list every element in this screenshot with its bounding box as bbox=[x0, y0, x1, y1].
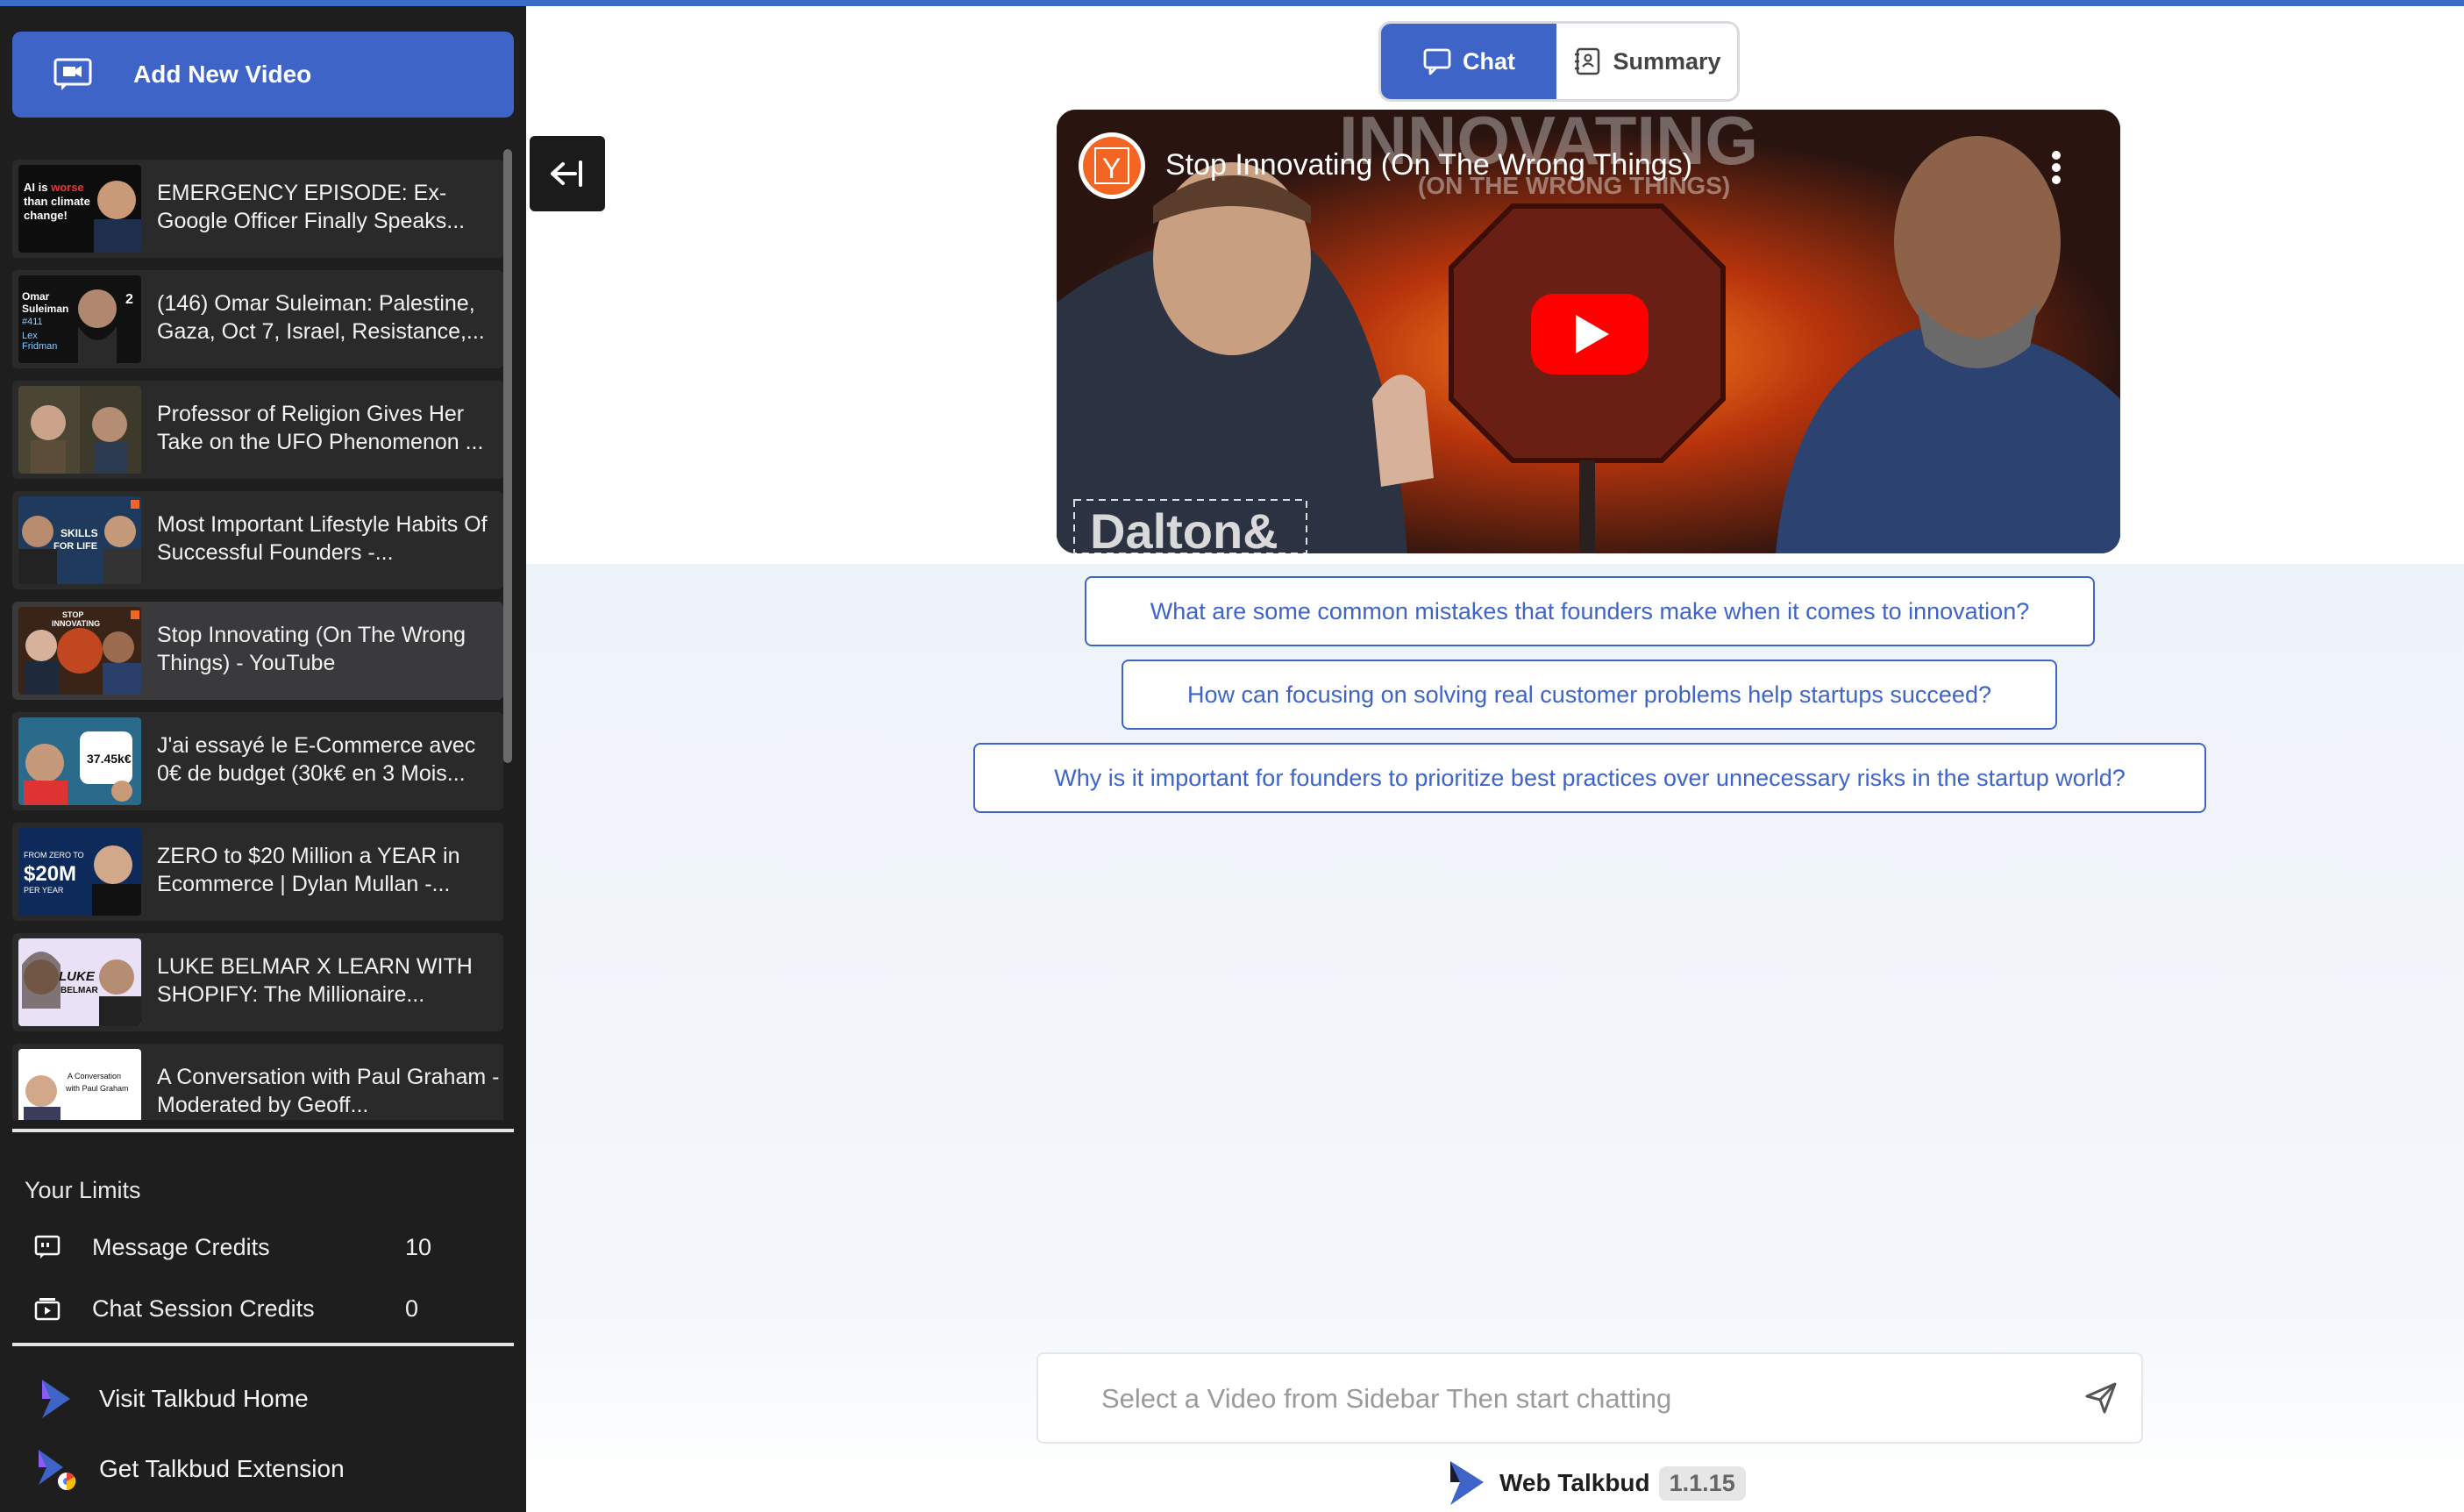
video-frame: INNOVATING (ON THE WRONG THINGS) Dalton&… bbox=[1057, 110, 2120, 553]
svg-text:2: 2 bbox=[125, 292, 133, 307]
video-thumbnail: 37.45k€ bbox=[18, 717, 141, 805]
collapse-sidebar-button[interactable] bbox=[530, 136, 605, 211]
chat-session-credits-label: Chat Session Credits bbox=[92, 1294, 315, 1322]
add-new-video-label: Add New Video bbox=[133, 61, 312, 88]
svg-text:37.45k€: 37.45k€ bbox=[87, 752, 132, 766]
video-title: (146) Omar Suleiman: Palestine, Gaza, Oc… bbox=[157, 291, 485, 344]
svg-text:STOP: STOP bbox=[62, 610, 83, 619]
suggested-question-button[interactable]: Why is it important for founders to prio… bbox=[973, 743, 2206, 813]
brand-name: Web Talkbud bbox=[1499, 1469, 1650, 1496]
visit-talkbud-home-label: Visit Talkbud Home bbox=[99, 1385, 309, 1412]
divider bbox=[12, 1129, 514, 1132]
message-icon bbox=[34, 1235, 61, 1259]
message-credits-value: 10 bbox=[405, 1233, 432, 1260]
video-thumbnail: SKILLS FOR LIFE bbox=[18, 496, 141, 584]
get-talkbud-extension-label: Get Talkbud Extension bbox=[99, 1455, 345, 1482]
video-title: A Conversation with Paul Graham - Modera… bbox=[157, 1065, 500, 1117]
collapse-arrow-icon bbox=[551, 160, 582, 187]
video-list-item[interactable]: SKILLS FOR LIFE Most Important Lifestyle… bbox=[12, 491, 503, 589]
svg-text:SKILLS: SKILLS bbox=[61, 527, 98, 539]
add-new-video-button[interactable]: Add New Video bbox=[12, 32, 514, 118]
sidebar: Add New Video AI is worse than climate c… bbox=[0, 6, 526, 1512]
video-session-icon bbox=[34, 1298, 61, 1321]
youtube-video-player[interactable]: INNOVATING (ON THE WRONG THINGS) Dalton&… bbox=[1057, 110, 2120, 553]
tab-summary-label: Summary bbox=[1613, 47, 1721, 75]
tab-summary[interactable]: Summary bbox=[1556, 24, 1737, 99]
video-title: J'ai essayé le E-Commerce avec 0€ de bud… bbox=[157, 733, 476, 786]
video-thumbnail: AI is worse than climate change! bbox=[18, 165, 141, 253]
video-title: LUKE BELMAR X LEARN WITH SHOPIFY: The Mi… bbox=[157, 954, 473, 1007]
scrollbar-thumb[interactable] bbox=[503, 149, 512, 763]
video-thumbnail bbox=[18, 386, 141, 474]
chat-session-credits-value: 0 bbox=[405, 1294, 419, 1322]
video-list: AI is worse than climate change! EMERGEN… bbox=[12, 160, 503, 1120]
dalton-watermark: Dalton& bbox=[1090, 503, 1278, 553]
chat-message-input[interactable] bbox=[1100, 1376, 2050, 1422]
svg-text:LUKE: LUKE bbox=[59, 969, 96, 984]
view-toggle: Chat Summary bbox=[1378, 21, 1740, 102]
svg-text:change!: change! bbox=[24, 209, 68, 222]
svg-text:$20M: $20M bbox=[24, 862, 76, 886]
limits-title: Your Limits bbox=[25, 1177, 141, 1203]
youtube-play-icon bbox=[1531, 294, 1649, 374]
talkbud-logo-icon bbox=[1450, 1461, 1484, 1505]
svg-text:INNOVATING: INNOVATING bbox=[52, 619, 100, 628]
video-thumbnail: A Conversation with Paul Graham bbox=[18, 1049, 141, 1120]
svg-text:A Conversation: A Conversation bbox=[68, 1072, 121, 1081]
divider bbox=[12, 1343, 514, 1346]
chat-input-box bbox=[1036, 1352, 2143, 1444]
svg-text:with Paul Graham: with Paul Graham bbox=[65, 1084, 129, 1093]
top-accent-bar bbox=[0, 0, 2464, 6]
video-thumbnail: Omar Suleiman #411 Lex Fridman 2 bbox=[18, 275, 141, 363]
summary-document-icon bbox=[1575, 47, 1600, 75]
talkbud-logo-icon bbox=[42, 1380, 70, 1418]
svg-text:FROM ZERO TO: FROM ZERO TO bbox=[24, 851, 84, 859]
message-credits-label: Message Credits bbox=[92, 1233, 270, 1260]
get-talkbud-extension-link[interactable]: Get Talkbud Extension bbox=[33, 1444, 489, 1494]
talkbud-extension-icon bbox=[39, 1450, 76, 1491]
chat-session-credits-row: Chat Session Credits 0 bbox=[33, 1291, 489, 1326]
video-title: Stop Innovating (On The Wrong Things) - … bbox=[157, 623, 466, 675]
svg-text:Suleiman: Suleiman bbox=[22, 303, 68, 315]
svg-text:Omar: Omar bbox=[22, 290, 50, 303]
video-list-item[interactable]: A Conversation with Paul Graham A Conver… bbox=[12, 1044, 503, 1120]
video-list-item-selected[interactable]: STOP INNOVATING Stop Innovating (On The … bbox=[12, 602, 503, 700]
video-thumbnail: STOP INNOVATING bbox=[18, 607, 141, 695]
video-thumbnail: FROM ZERO TO $20M PER YEAR bbox=[18, 828, 141, 916]
svg-text:Fridman: Fridman bbox=[22, 341, 57, 352]
svg-text:PER YEAR: PER YEAR bbox=[24, 886, 64, 895]
video-list-item[interactable]: LUKE BELMAR LUKE BELMAR X LEARN WITH SHO… bbox=[12, 933, 503, 1031]
video-title: Professor of Religion Gives Her Take on … bbox=[157, 402, 484, 454]
svg-text:AI is worse: AI is worse bbox=[24, 181, 84, 194]
video-list-item[interactable]: Omar Suleiman #411 Lex Fridman 2 (146) O… bbox=[12, 270, 503, 368]
video-list-item[interactable]: AI is worse than climate change! EMERGEN… bbox=[12, 160, 503, 258]
video-title: ZERO to $20 Million a YEAR in Ecommerce … bbox=[157, 844, 460, 896]
message-credits-row: Message Credits 10 bbox=[33, 1230, 489, 1265]
svg-text:Lex: Lex bbox=[22, 331, 38, 341]
channel-initial: Y bbox=[1102, 153, 1121, 184]
version-badge: 1.1.15 bbox=[1658, 1466, 1746, 1501]
tab-chat-label: Chat bbox=[1463, 47, 1515, 75]
svg-text:than climate: than climate bbox=[24, 195, 90, 208]
svg-text:BELMAR: BELMAR bbox=[61, 986, 99, 995]
video-title: EMERGENCY EPISODE: Ex-Google Officer Fin… bbox=[157, 181, 466, 233]
tab-chat[interactable]: Chat bbox=[1381, 24, 1556, 99]
suggested-question-button[interactable]: What are some common mistakes that found… bbox=[1085, 576, 2095, 646]
svg-text:FOR LIFE: FOR LIFE bbox=[53, 541, 97, 552]
video-thumbnail: LUKE BELMAR bbox=[18, 938, 141, 1026]
footer-brand: Web Talkbud 1.1.15 bbox=[1447, 1461, 1746, 1505]
send-icon[interactable] bbox=[2083, 1380, 2119, 1416]
chat-bubble-icon bbox=[1423, 48, 1451, 75]
video-list-item[interactable]: Professor of Religion Gives Her Take on … bbox=[12, 381, 503, 479]
video-list-item[interactable]: 37.45k€ J'ai essayé le E-Commerce avec 0… bbox=[12, 712, 503, 810]
visit-talkbud-home-link[interactable]: Visit Talkbud Home bbox=[33, 1374, 489, 1423]
video-list-item[interactable]: FROM ZERO TO $20M PER YEAR ZERO to $20 M… bbox=[12, 823, 503, 921]
video-list-scrollbar[interactable] bbox=[503, 149, 512, 1109]
video-title: Most Important Lifestyle Habits Of Succe… bbox=[157, 512, 488, 565]
video-add-icon bbox=[53, 58, 92, 90]
suggested-question-button[interactable]: How can focusing on solving real custome… bbox=[1122, 660, 2057, 730]
svg-text:#411: #411 bbox=[22, 317, 43, 327]
video-player-title: Stop Innovating (On The Wrong Things) bbox=[1165, 148, 1692, 182]
